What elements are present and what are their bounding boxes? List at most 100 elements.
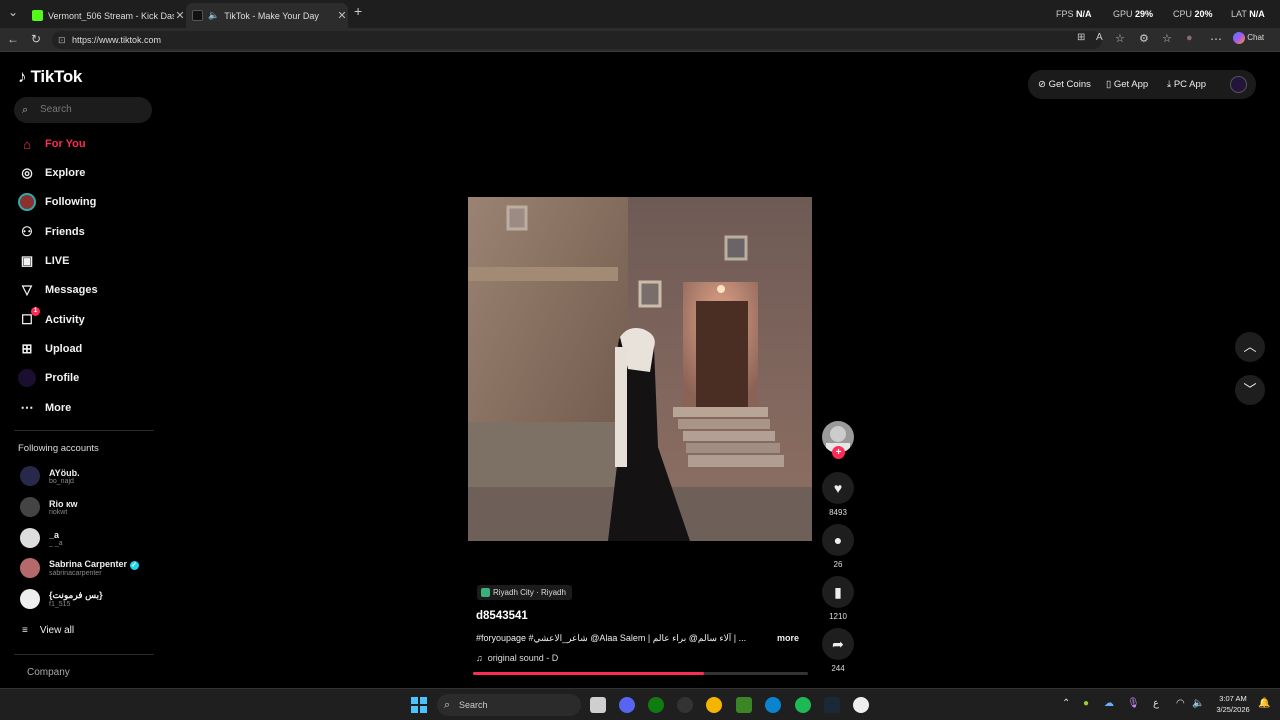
activity-icon: ☐ 1: [18, 307, 40, 329]
bookmark-icon: ▮: [834, 584, 842, 600]
like-button[interactable]: ♥: [822, 472, 854, 504]
avatar: [20, 589, 40, 609]
app-available-icon[interactable]: ⊞: [1077, 32, 1085, 43]
user-avatar[interactable]: [1230, 76, 1247, 93]
nav-upload[interactable]: ⊞ Upload: [18, 340, 83, 358]
volume-icon[interactable]: 🔈: [1192, 698, 1204, 709]
start-button[interactable]: [411, 697, 427, 713]
edge-icon[interactable]: [765, 697, 781, 713]
company-link[interactable]: Company: [27, 667, 70, 678]
sidebar-divider: [14, 654, 154, 655]
taskbar-clock[interactable]: 3:07 AM 3/25/2026: [1212, 693, 1254, 715]
previous-video-button[interactable]: ︿: [1235, 332, 1265, 362]
spotify-icon[interactable]: [795, 697, 811, 713]
following-account[interactable]: {بس فرمونت} f1_515: [20, 589, 103, 609]
video-progress-bar[interactable]: [473, 672, 808, 675]
discord-icon[interactable]: [619, 697, 635, 713]
tab-kick-dashboard[interactable]: Vermont_506 Stream - Kick Dashboard ✕: [26, 3, 186, 28]
perf-cpu: CPU 20%: [1173, 9, 1213, 19]
chat-app-icon[interactable]: [706, 697, 722, 713]
wifi-icon[interactable]: ◠: [1176, 698, 1185, 709]
author-username[interactable]: d8543541: [476, 610, 528, 622]
live-icon: ▣: [20, 253, 34, 268]
tab-title: TikTok - Make Your Day: [224, 10, 319, 21]
comment-icon: ●: [833, 532, 843, 548]
caption-more-button[interactable]: more: [777, 633, 799, 643]
avatar: [20, 497, 40, 517]
nav-profile[interactable]: Profile: [18, 369, 79, 387]
xbox-icon[interactable]: [648, 697, 664, 713]
tab-close-icon[interactable]: ✕: [174, 9, 186, 22]
save-button[interactable]: ▮: [822, 576, 854, 608]
taskbar-search[interactable]: ⌕ Search: [437, 694, 581, 716]
more-icon: ⋯: [20, 400, 34, 415]
copilot-chat-button[interactable]: Chat: [1233, 32, 1264, 44]
favorites-icon[interactable]: ☆: [1162, 32, 1172, 45]
comment-button[interactable]: ●: [822, 524, 854, 556]
tiktok-logo[interactable]: ♪ TikTok: [18, 67, 82, 87]
microphone-icon[interactable]: 🎙: [1127, 698, 1140, 709]
tab-tiktok[interactable]: 🔈 TikTok - Make Your Day ✕: [186, 3, 348, 28]
menu-dots-icon[interactable]: ⋯: [1210, 32, 1222, 46]
get-coins-button[interactable]: ⊘ Get Coins: [1038, 79, 1091, 90]
view-all-button[interactable]: ≡ View all: [22, 625, 74, 636]
url-input[interactable]: ⊡ https://www.tiktok.com: [52, 31, 1102, 49]
site-info-icon[interactable]: ⊡: [58, 31, 66, 49]
pc-app-button[interactable]: ⤓ PC App: [1167, 79, 1206, 90]
search-icon: ⌕: [444, 699, 451, 711]
follow-plus-button[interactable]: +: [832, 446, 845, 459]
video-player[interactable]: [468, 197, 812, 541]
next-video-button[interactable]: ﹀: [1235, 375, 1265, 405]
extensions-icon[interactable]: ⚙: [1139, 32, 1149, 45]
capture-icon[interactable]: [677, 697, 693, 713]
new-tab-button[interactable]: +: [354, 3, 362, 19]
nav-friends[interactable]: ⚇ Friends: [18, 223, 85, 241]
favorite-star-icon[interactable]: ☆: [1115, 32, 1125, 45]
nav-live[interactable]: ▣ LIVE: [18, 252, 70, 270]
speaker-icon[interactable]: 🔈: [208, 10, 219, 21]
profile-avatar-icon[interactable]: ●: [1186, 32, 1193, 44]
following-account[interactable]: AYöub. bo_najd: [20, 466, 80, 486]
following-account[interactable]: _a _ _a: [20, 528, 63, 548]
sound-link[interactable]: ♫ original sound - D: [476, 653, 558, 663]
tab-close-icon[interactable]: ✕: [336, 9, 348, 22]
notification-bell-icon[interactable]: 🔔: [1258, 698, 1270, 709]
nav-more[interactable]: ⋯ More: [18, 399, 72, 417]
location-pin-icon: [481, 588, 490, 597]
onedrive-icon[interactable]: ☁: [1104, 698, 1114, 709]
search-icon: ⌕: [22, 104, 29, 116]
following-account[interactable]: Sabrina Carpenter ✓ sabrinacarpenter: [20, 558, 139, 578]
nav-for-you[interactable]: ⌂ For You: [18, 135, 85, 153]
location-tag[interactable]: Riyadh City · Riyadh: [477, 585, 572, 600]
steam-icon[interactable]: [824, 697, 840, 713]
browser-tab-bar: ⌄ Vermont_506 Stream - Kick Dashboard ✕ …: [0, 0, 1280, 28]
language-indicator[interactable]: ع: [1153, 698, 1159, 709]
share-icon: ➦: [832, 636, 844, 652]
obs-icon[interactable]: [853, 697, 869, 713]
get-app-button[interactable]: ▯ Get App: [1106, 79, 1148, 90]
back-icon[interactable]: ←: [7, 32, 19, 46]
perf-fps: FPS N/A: [1056, 9, 1092, 19]
search-input[interactable]: ⌕ Search: [14, 97, 152, 123]
comment-count: 26: [833, 560, 843, 569]
music-note-icon: ♫: [476, 653, 483, 663]
tab-list-chevron-icon[interactable]: ⌄: [8, 5, 18, 19]
refresh-icon[interactable]: ↻: [31, 32, 41, 46]
nvidia-icon[interactable]: ●: [1083, 698, 1089, 709]
home-icon: ⌂: [23, 136, 31, 152]
file-explorer-icon[interactable]: [590, 697, 606, 713]
nav-activity[interactable]: ☐ 1 Activity: [18, 307, 85, 329]
nav-following[interactable]: Following: [18, 193, 96, 211]
friends-icon: ⚇: [21, 224, 33, 239]
following-account[interactable]: Rio кw riokwt: [20, 497, 78, 517]
minecraft-icon[interactable]: [736, 697, 752, 713]
read-aloud-icon[interactable]: A: [1096, 32, 1103, 43]
video-progress-fill: [473, 672, 705, 675]
nav-messages[interactable]: ▽ Messages: [18, 281, 98, 299]
save-count: 1210: [829, 612, 847, 621]
nav-explore[interactable]: ◎ Explore: [18, 164, 85, 182]
tray-overflow-icon[interactable]: ⌃: [1062, 698, 1070, 709]
account-name-verified: Sabrina Carpenter ✓: [49, 559, 139, 570]
activity-badge: 1: [31, 307, 40, 316]
share-button[interactable]: ➦: [822, 628, 854, 660]
